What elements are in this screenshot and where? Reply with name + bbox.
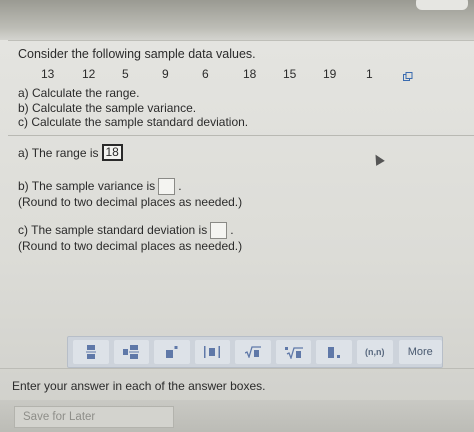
sample-value: 1	[366, 67, 373, 81]
sample-value: 18	[243, 67, 257, 81]
mixed-number-button[interactable]	[113, 340, 150, 364]
question-panel: Consider the following sample data value…	[0, 40, 474, 432]
sample-value: 6	[202, 67, 209, 81]
task-item: c) Calculate the sample standard deviati…	[18, 115, 249, 129]
square-root-button[interactable]	[235, 340, 271, 364]
exponent-icon	[165, 346, 178, 358]
decimal-button[interactable]	[316, 340, 352, 364]
footer-bar: Save for Later	[0, 400, 474, 432]
answer-a-label: a) The range is	[18, 145, 99, 160]
task-list: a) Calculate the range. b) Calculate the…	[18, 86, 248, 130]
sample-value: 15	[283, 67, 297, 81]
section-divider	[8, 135, 474, 136]
sample-value: 19	[323, 67, 337, 81]
sample-value: 13	[41, 67, 55, 81]
variance-answer-box[interactable]	[158, 178, 176, 195]
answer-c: c) The sample standard deviation is . (R…	[18, 222, 242, 254]
sample-value: 12	[82, 67, 96, 81]
answer-b: b) The sample variance is . (Round to tw…	[18, 178, 242, 210]
interval-icon: (n,n)	[364, 347, 385, 357]
square-root-icon	[245, 346, 262, 358]
math-toolbar: (n,n) More	[67, 336, 443, 368]
sample-value: 5	[122, 67, 129, 81]
std-dev-answer-box[interactable]	[210, 222, 228, 239]
answer-c-note: (Round to two decimal places as needed.)	[18, 239, 243, 253]
answer-a: a) The range is 18	[18, 144, 123, 161]
more-button[interactable]: More	[398, 340, 442, 364]
answer-c-suffix: .	[230, 223, 234, 237]
sample-value: 9	[162, 67, 169, 81]
answer-b-suffix: .	[178, 179, 182, 193]
answer-b-label: b) The sample variance is	[18, 179, 156, 193]
question-prompt: Consider the following sample data value…	[18, 47, 256, 61]
answer-b-note: (Round to two decimal places as needed.)	[18, 195, 243, 209]
task-item: b) Calculate the sample variance.	[18, 100, 197, 115]
exponent-button[interactable]	[154, 340, 190, 364]
top-divider	[8, 40, 474, 41]
decimal-icon	[328, 346, 341, 358]
save-for-later-button[interactable]: Save for Later	[14, 406, 174, 428]
interval-button[interactable]: (n,n)	[356, 340, 393, 364]
instruction-hint: Enter your answer in each of the answer …	[12, 379, 266, 393]
range-answer-box[interactable]: 18	[101, 144, 123, 161]
fraction-button[interactable]	[73, 340, 109, 364]
copy-data-icon[interactable]	[403, 72, 413, 82]
fraction-icon	[85, 345, 96, 359]
sample-values-row: 13 12 5 9 6 18 15 19 1	[0, 67, 440, 83]
mouse-cursor	[371, 152, 385, 166]
nth-root-button[interactable]	[275, 340, 312, 364]
absolute-value-icon	[204, 346, 221, 358]
footer-divider	[0, 368, 474, 369]
absolute-value-button[interactable]	[194, 340, 231, 364]
mixed-number-icon	[123, 345, 140, 359]
answer-c-label: c) The sample standard deviation is	[18, 223, 208, 237]
task-item: a) Calculate the range.	[18, 86, 140, 100]
top-corner-tab	[416, 0, 468, 10]
photo-background-top	[0, 0, 474, 40]
nth-root-icon	[284, 346, 303, 359]
